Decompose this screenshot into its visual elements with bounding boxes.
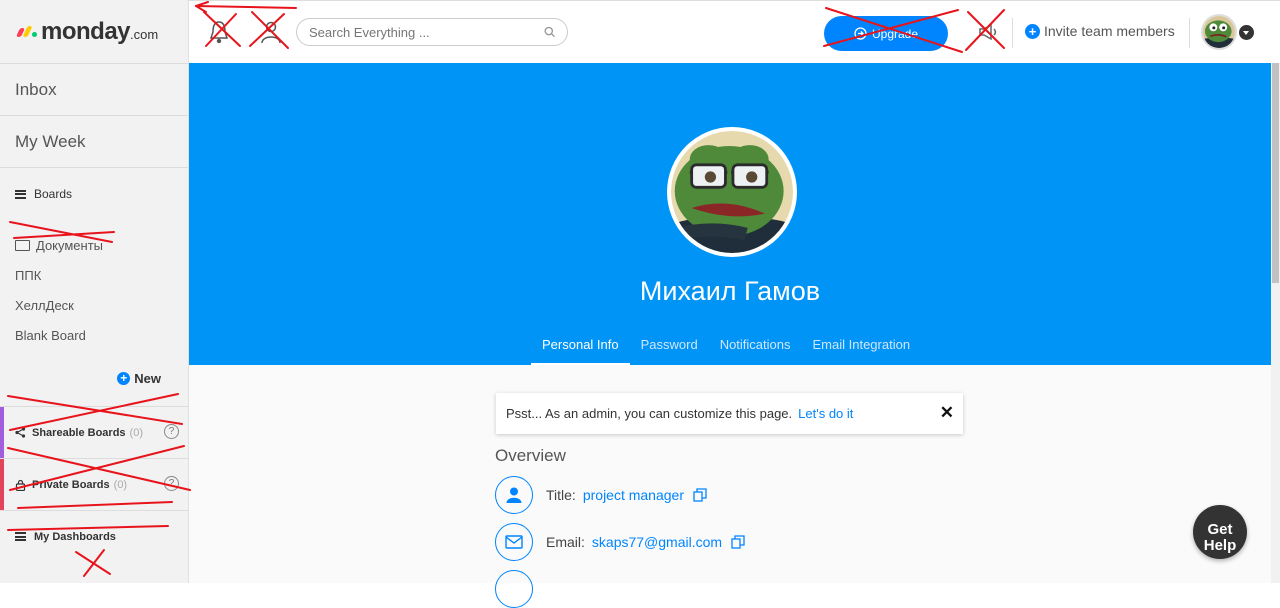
section-private-boards[interactable]: Private Boards (0) ? — [0, 458, 188, 510]
megaphone-icon[interactable] — [977, 21, 999, 43]
get-help-button[interactable]: Get Help — [1193, 505, 1247, 559]
section-shareable-boards[interactable]: Shareable Boards (0) ? — [0, 406, 188, 458]
search-icon — [544, 26, 555, 38]
top-bar: Upgrade + Invite team members — [189, 0, 1280, 63]
board-label: Blank Board — [15, 327, 86, 343]
sidebar-item-ppk[interactable]: ППК — [0, 260, 188, 290]
admin-notice: Psst... As an admin, you can customize t… — [496, 393, 963, 434]
field-title: Title: project manager — [495, 476, 707, 514]
chevron-down-icon[interactable] — [1239, 25, 1254, 40]
tab-password[interactable]: Password — [630, 337, 709, 365]
invite-label: Invite team members — [1044, 23, 1175, 39]
new-label: New — [134, 370, 161, 386]
divider — [1012, 18, 1013, 48]
field-label: Email: — [546, 534, 585, 550]
people-icon[interactable] — [259, 19, 283, 45]
profile-name: Михаил Гамов — [639, 276, 821, 306]
notice-text: Psst... As an admin, you can customize t… — [506, 406, 793, 421]
upgrade-button[interactable]: Upgrade — [824, 16, 948, 51]
monday-logo[interactable]: monday .com — [0, 0, 188, 63]
section-count: (0) — [113, 478, 128, 491]
divider — [1189, 18, 1190, 48]
help-line-1: Get — [1207, 520, 1233, 538]
invite-team-members-button[interactable]: + Invite team members — [1025, 23, 1175, 39]
customize-link[interactable]: Let's do it — [798, 406, 853, 421]
scrollbar-thumb[interactable] — [1272, 63, 1279, 283]
notifications-icon[interactable] — [207, 19, 231, 45]
envelope-icon — [495, 523, 533, 561]
help-icon[interactable]: ? — [164, 476, 179, 491]
field-icon-partial — [495, 570, 533, 608]
logo-wordmark: monday — [41, 17, 131, 45]
frog-avatar-icon — [1203, 16, 1235, 48]
boards-label: Boards — [34, 187, 73, 201]
person-icon — [495, 476, 533, 514]
help-line-2: Help — [1203, 536, 1237, 554]
section-count: (0) — [129, 426, 143, 439]
edit-icon[interactable] — [731, 535, 745, 549]
section-label: Private Boards — [32, 478, 110, 491]
share-icon — [15, 427, 26, 438]
plus-icon: + — [1025, 23, 1040, 39]
board-label: Документы — [36, 237, 104, 253]
edit-icon[interactable] — [693, 488, 707, 502]
section-label: Shareable Boards — [32, 426, 126, 439]
nav-inbox[interactable]: Inbox — [0, 63, 188, 115]
tab-email-integration[interactable]: Email Integration — [802, 337, 922, 365]
menu-icon — [15, 189, 26, 199]
section-my-dashboards[interactable]: My Dashboards — [0, 510, 188, 562]
menu-icon — [15, 532, 26, 541]
profile-tabs: Personal Info Password Notifications Ema… — [531, 337, 921, 365]
logo-mark-icon — [15, 26, 37, 37]
profile-content: Psst... As an admin, you can customize t… — [189, 365, 1271, 608]
field-value[interactable]: skaps77@gmail.com — [592, 534, 722, 550]
boards-header[interactable]: Boards — [0, 167, 188, 220]
profile-avatar[interactable] — [667, 127, 797, 257]
profile-banner: Михаил Гамов Personal Info Password Noti… — [189, 63, 1271, 365]
section-label: My Dashboards — [34, 530, 116, 543]
lock-icon — [15, 479, 26, 491]
section-accent — [0, 407, 4, 458]
board-label: ХеллДеск — [15, 297, 74, 313]
field-email: Email: skaps77@gmail.com — [495, 523, 745, 561]
sidebar: monday .com Inbox My Week Boards Докумен… — [0, 0, 189, 583]
logo-suffix: .com — [130, 27, 159, 42]
nav-my-week[interactable]: My Week — [0, 115, 188, 167]
help-icon[interactable]: ? — [164, 424, 179, 439]
sidebar-item-documents[interactable]: Документы — [0, 230, 188, 260]
field-label: Title: — [546, 487, 576, 503]
frog-avatar-icon — [671, 131, 793, 253]
avatar[interactable] — [1201, 14, 1237, 50]
upgrade-label: Upgrade — [871, 26, 919, 41]
plus-icon: + — [117, 371, 131, 385]
new-board-button[interactable]: + New — [0, 350, 188, 406]
tab-personal-info[interactable]: Personal Info — [531, 337, 630, 365]
arrow-circle-icon — [854, 27, 867, 40]
search-input[interactable] — [309, 24, 544, 40]
close-icon[interactable]: ✕ — [940, 403, 954, 423]
board-label: ППК — [15, 267, 42, 283]
folder-icon — [15, 239, 30, 251]
sidebar-item-blank-board[interactable]: Blank Board — [0, 320, 188, 350]
sidebar-item-helpdesk[interactable]: ХеллДеск — [0, 290, 188, 320]
overview-heading: Overview — [495, 446, 566, 465]
field-value[interactable]: project manager — [583, 487, 684, 503]
scrollbar[interactable] — [1271, 63, 1280, 583]
search-box[interactable] — [296, 18, 568, 46]
section-accent — [0, 459, 4, 510]
tab-notifications[interactable]: Notifications — [709, 337, 802, 365]
